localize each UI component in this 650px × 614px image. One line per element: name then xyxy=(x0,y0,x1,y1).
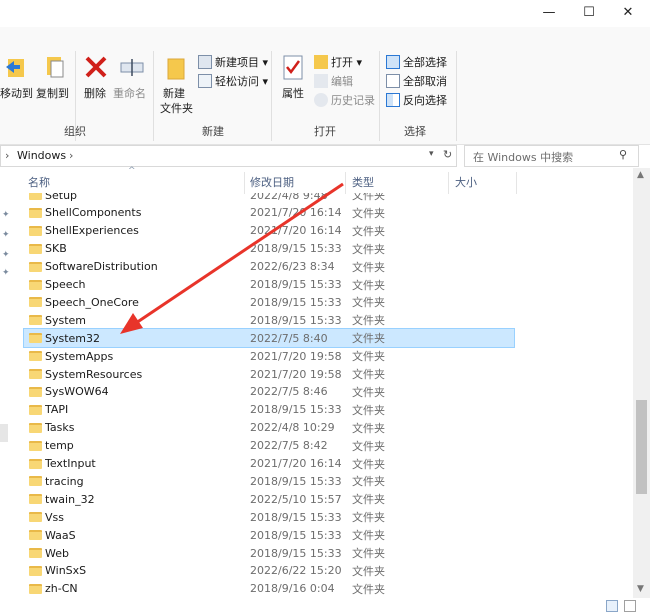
arrow-shaft xyxy=(135,182,344,325)
annotation-arrow xyxy=(120,182,344,334)
vertical-scrollbar[interactable]: ▲ ▼ xyxy=(633,168,650,598)
arrow-head xyxy=(120,313,143,334)
large-icons-view-icon[interactable] xyxy=(624,600,636,612)
scroll-down-icon[interactable]: ▼ xyxy=(637,584,644,594)
scroll-up-icon[interactable]: ▲ xyxy=(637,170,644,180)
details-view-icon[interactable] xyxy=(606,600,618,612)
scrollbar-thumb[interactable] xyxy=(636,400,647,494)
